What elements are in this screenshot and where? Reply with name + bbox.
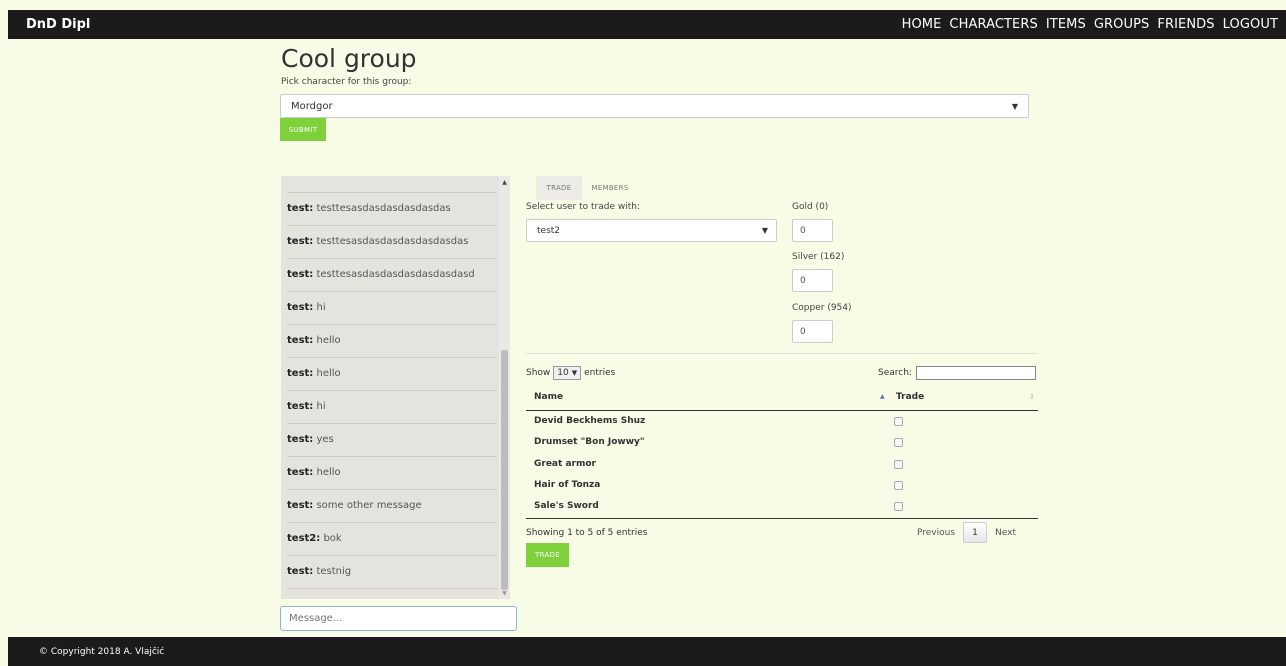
pagination: Previous 1 Next [917, 522, 1016, 543]
scroll-thumb[interactable] [501, 350, 508, 590]
entries-label: entries [584, 368, 616, 378]
trade-user-select[interactable]: test2 ▼ [526, 219, 777, 242]
entries-select[interactable]: 10 ▼ [553, 366, 582, 380]
top-navbar: DnD Dipl HOME CHARACTERS ITEMS GROUPS FR… [8, 10, 1286, 39]
table-row: Sale's Sword [526, 496, 1038, 517]
chevron-down-icon: ▼ [571, 369, 578, 377]
chat-divider [287, 522, 497, 523]
chat-divider [287, 456, 497, 457]
silver-label: Silver (162) [792, 252, 845, 262]
chat-divider [287, 192, 497, 193]
table-row: Great armor [526, 454, 1038, 475]
table-row: Drumset "Bon Jowwy" [526, 432, 1038, 453]
item-name: Great armor [534, 459, 596, 469]
chat-message: test: testtesasdasdasdasdasdasdas [287, 236, 469, 247]
nav-items[interactable]: ITEMS [1046, 17, 1086, 32]
chat-message: test: testtesasdasdasdasdasdas [287, 203, 451, 214]
trade-checkbox[interactable] [894, 502, 903, 511]
trade-button[interactable]: TRADE [526, 543, 569, 567]
chat-message: test: hi [287, 302, 326, 313]
scroll-up-icon[interactable]: ▲ [499, 179, 510, 186]
show-label: Show [526, 368, 551, 378]
page-title: Cool group [281, 44, 417, 73]
select-user-label: Select user to trade with: [526, 202, 640, 212]
search-label: Search: [878, 368, 912, 378]
chat-message: test: yes [287, 434, 334, 445]
sort-asc-icon: ▲ [880, 393, 885, 400]
col-header-name[interactable]: Name [534, 392, 563, 402]
item-name: Hair of Tonza [534, 480, 601, 490]
table-row: Hair of Tonza [526, 475, 1038, 496]
chat-message: test: testtesasdasdasdasdasdasdasd [287, 269, 475, 280]
tab-members[interactable]: MEMBERS [586, 176, 634, 200]
search-input[interactable] [915, 366, 1036, 380]
chat-scrollbar[interactable]: ▲ ▼ [499, 176, 510, 599]
nav-logout[interactable]: LOGOUT [1223, 17, 1278, 32]
chevron-down-icon: ▼ [1011, 101, 1018, 111]
gold-label: Gold (0) [792, 202, 829, 212]
tab-trade[interactable]: TRADE [536, 176, 582, 200]
table-info: Showing 1 to 5 of 5 entries [526, 528, 648, 538]
table-search: Search: [878, 366, 1036, 380]
next-page-button[interactable]: Next [995, 528, 1016, 538]
chat-divider [287, 489, 497, 490]
nav-characters[interactable]: CHARACTERS [949, 17, 1037, 32]
chat-panel: test: testtesasdasdasdasdasdas test: tes… [281, 176, 499, 599]
page-1-button[interactable]: 1 [963, 522, 988, 543]
copper-input[interactable]: 0 [792, 320, 833, 343]
item-name: Drumset "Bon Jowwy" [534, 437, 645, 447]
chat-message: test2: bok [287, 533, 342, 544]
chat-message: test: hello [287, 335, 341, 346]
footer: © Copyright 2018 A. Vlajčić [8, 637, 1286, 666]
sort-icon: ⇕ [1029, 393, 1035, 401]
nav-friends[interactable]: FRIENDS [1157, 17, 1214, 32]
item-name: Sale's Sword [534, 501, 599, 511]
chevron-down-icon: ▼ [761, 226, 768, 235]
col-header-trade[interactable]: Trade [896, 392, 924, 402]
chat-divider [287, 258, 497, 259]
silver-input[interactable]: 0 [792, 269, 833, 292]
gold-input[interactable]: 0 [792, 219, 833, 242]
pick-character-label: Pick character for this group: [281, 77, 412, 87]
chat-message: test: testnig [287, 566, 352, 577]
chat-message: test: hello [287, 467, 341, 478]
brand-logo[interactable]: DnD Dipl [26, 17, 90, 32]
chat-divider [287, 390, 497, 391]
chat-divider [287, 324, 497, 325]
chat-divider [287, 291, 497, 292]
scroll-down-icon[interactable]: ▼ [499, 590, 510, 597]
trade-checkbox[interactable] [894, 417, 903, 426]
nav-groups[interactable]: GROUPS [1094, 17, 1150, 32]
table-row: Devid Beckhems Shuz [526, 411, 1038, 432]
copper-label: Copper (954) [792, 303, 852, 313]
chat-message: test: hello [287, 368, 341, 379]
nav-links: HOME CHARACTERS ITEMS GROUPS FRIENDS LOG… [902, 17, 1278, 32]
trade-checkbox[interactable] [894, 481, 903, 490]
message-input[interactable] [280, 606, 517, 631]
chat-divider [287, 555, 497, 556]
item-name: Devid Beckhems Shuz [534, 416, 646, 426]
character-select-value: Mordgor [291, 100, 333, 112]
show-entries: Show 10 ▼ entries [526, 366, 615, 380]
chat-divider [287, 225, 497, 226]
chat-divider [287, 588, 497, 589]
chat-message: test: hi [287, 401, 326, 412]
trade-checkbox[interactable] [894, 460, 903, 469]
copyright-text: © Copyright 2018 A. Vlajčić [39, 646, 165, 657]
trade-checkbox[interactable] [894, 438, 903, 447]
previous-page-button[interactable]: Previous [917, 528, 955, 538]
chat-divider [287, 357, 497, 358]
chat-message: test: some other message [287, 500, 422, 511]
table-bottom-line [526, 518, 1038, 519]
nav-home[interactable]: HOME [902, 17, 942, 32]
submit-button[interactable]: SUBMIT [280, 118, 326, 141]
chat-divider [287, 423, 497, 424]
section-divider [526, 353, 1038, 354]
trade-user-value: test2 [537, 225, 561, 236]
character-select[interactable]: Mordgor ▼ [280, 94, 1029, 118]
